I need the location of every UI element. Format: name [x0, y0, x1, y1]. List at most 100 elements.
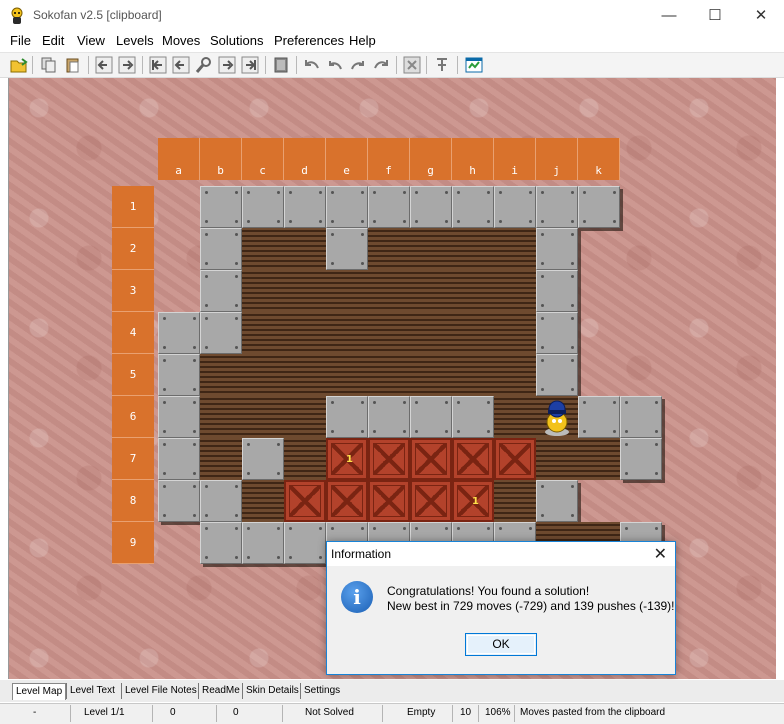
floor-tile [326, 354, 368, 396]
wall-tile [284, 186, 326, 228]
wall-tile [452, 396, 494, 438]
menu-levels[interactable]: Levels [116, 33, 154, 48]
tab-readme[interactable]: ReadMe [198, 683, 243, 699]
previous-level-icon[interactable] [95, 56, 113, 74]
wall-tile [326, 186, 368, 228]
floor-tile [494, 312, 536, 354]
status-pushes: 0 [233, 707, 239, 718]
floor-tile [242, 396, 284, 438]
floor-tile [494, 228, 536, 270]
dialog-title-bar: Information ✕ [327, 542, 675, 566]
wall-tile [158, 396, 200, 438]
wall-tile [620, 438, 662, 480]
floor-tile [410, 228, 452, 270]
floor-tile [452, 354, 494, 396]
clipboard-icon[interactable] [272, 56, 290, 74]
forward-level-icon[interactable] [218, 56, 236, 74]
last-level-icon[interactable] [241, 56, 259, 74]
wall-tile [158, 312, 200, 354]
floor-tile [242, 354, 284, 396]
floor-tile [242, 480, 284, 522]
column-header-b: b [200, 138, 242, 180]
wall-tile [158, 480, 200, 522]
undo-all-icon[interactable] [303, 56, 321, 74]
next-level-icon[interactable] [118, 56, 136, 74]
box-on-goal [368, 480, 410, 522]
status-message: Moves pasted from the clipboard [520, 707, 666, 718]
floor-tile [410, 354, 452, 396]
wall-tile [368, 186, 410, 228]
row-header-4: 4 [112, 312, 154, 354]
wall-tile [410, 186, 452, 228]
wall-tile [242, 186, 284, 228]
wall-tile [494, 186, 536, 228]
floor-tile [410, 312, 452, 354]
status-empty: Empty [407, 707, 436, 718]
first-level-icon[interactable] [149, 56, 167, 74]
menu-solutions[interactable]: Solutions [210, 33, 263, 48]
row-header-7: 7 [112, 438, 154, 480]
floor-tile [284, 438, 326, 480]
undo-icon[interactable] [326, 56, 344, 74]
paste-icon[interactable] [64, 56, 82, 74]
menu-file[interactable]: File [10, 33, 31, 48]
close-window-button[interactable]: ✕ [738, 0, 784, 31]
wall-tile [578, 186, 620, 228]
row-header-1: 1 [112, 186, 154, 228]
floor-tile [284, 270, 326, 312]
column-header-k: k [578, 138, 620, 180]
menu-help[interactable]: Help [349, 33, 376, 48]
floor-tile [200, 396, 242, 438]
wall-tile [410, 396, 452, 438]
menu-moves[interactable]: Moves [162, 33, 200, 48]
window-title: Sokofan v2.5 [clipboard] [33, 8, 162, 22]
column-header-e: e [326, 138, 368, 180]
minimize-button[interactable]: — [646, 0, 692, 31]
copy-icon[interactable] [40, 56, 58, 74]
box-on-goal: 1 [326, 438, 368, 480]
floor-tile [200, 438, 242, 480]
open-folder-icon[interactable] [10, 56, 28, 74]
stop-icon[interactable] [403, 56, 421, 74]
wall-tile [536, 480, 578, 522]
floor-tile [368, 228, 410, 270]
column-header-h: h [452, 138, 494, 180]
box-on-goal [326, 480, 368, 522]
tab-skin-details[interactable]: Skin Details [242, 683, 302, 699]
row-header-2: 2 [112, 228, 154, 270]
dialog-close-button[interactable]: ✕ [654, 544, 667, 564]
row-header-3: 3 [112, 270, 154, 312]
status-solved: Not Solved [305, 707, 354, 718]
redo-all-icon[interactable] [372, 56, 390, 74]
skin-window-icon[interactable] [465, 56, 483, 74]
column-header-i: i [494, 138, 536, 180]
menu-edit[interactable]: Edit [42, 33, 64, 48]
redo-icon[interactable] [349, 56, 367, 74]
column-header-j: j [536, 138, 578, 180]
menu-preferences[interactable]: Preferences [274, 33, 344, 48]
maximize-button[interactable]: ☐ [692, 0, 738, 31]
back-level-icon[interactable] [172, 56, 190, 74]
wall-tile [620, 396, 662, 438]
dialog-title: Information [331, 547, 392, 561]
wall-tile [158, 354, 200, 396]
status-moves: 0 [170, 707, 176, 718]
tab-settings[interactable]: Settings [300, 683, 343, 699]
floor-tile [242, 228, 284, 270]
sokofan-app-icon [9, 7, 25, 25]
column-header-a: a [158, 138, 200, 180]
floor-tile [452, 312, 494, 354]
column-header-c: c [242, 138, 284, 180]
search-level-icon[interactable] [195, 56, 213, 74]
floor-tile [536, 438, 578, 480]
tab-level-file-notes[interactable]: Level File Notes [121, 683, 200, 699]
wall-tile [536, 354, 578, 396]
tab-level-map[interactable]: Level Map [12, 683, 67, 700]
tab-level-text[interactable]: Level Text [66, 683, 118, 699]
menu-view[interactable]: View [77, 33, 105, 48]
solver-icon[interactable] [433, 56, 451, 74]
ok-button[interactable]: OK [465, 633, 537, 656]
status-count: 10 [460, 707, 472, 718]
column-header-f: f [368, 138, 410, 180]
wall-tile [452, 186, 494, 228]
